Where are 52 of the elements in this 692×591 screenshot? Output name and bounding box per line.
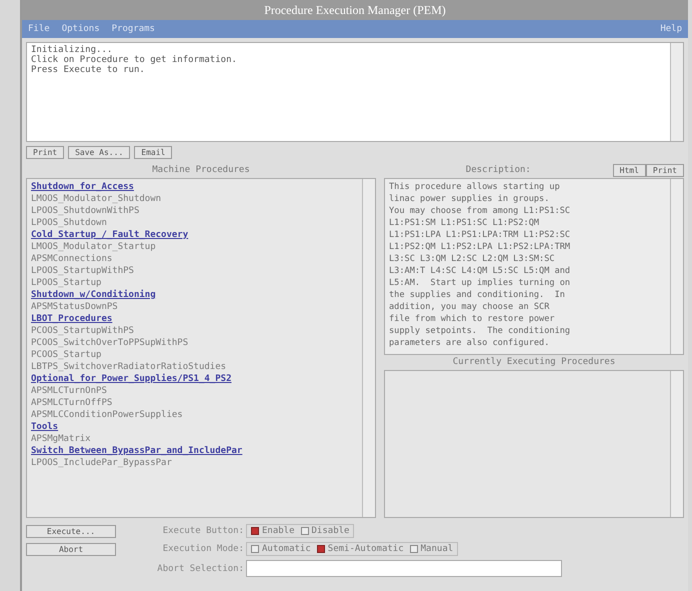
message-button[interactable]: Email (134, 146, 172, 159)
field-label: Abort Selection: (156, 564, 245, 574)
procedure-group[interactable]: Optional_for_Power_Supplies/PS1_4_PS2 (31, 373, 358, 385)
radio-option[interactable]: Disable (300, 526, 350, 536)
procedure-item[interactable]: LPOOS_ShutdownWithPS (31, 205, 358, 217)
description-button[interactable]: Html (612, 164, 646, 177)
procedure-group[interactable]: LBOT_Procedures (31, 313, 358, 325)
menu-item[interactable]: Options (62, 24, 100, 34)
procedure-item[interactable]: APSMConnections (31, 253, 358, 265)
radio-option[interactable]: Semi-Automatic (316, 544, 404, 554)
panel-title: Description: (464, 164, 532, 177)
message-button[interactable]: Print (26, 146, 64, 159)
procedure-group[interactable]: Shutdown_for_Access (31, 181, 358, 193)
procedure-group[interactable]: Cold_Startup_/_Fault_Recovery (31, 229, 358, 241)
procedure-item[interactable]: LMOOS_Modulator_Shutdown (31, 193, 358, 205)
help-menu[interactable]: Help (660, 24, 682, 34)
procedure-item[interactable]: APSMLCTurnOffPS (31, 397, 358, 409)
procedure-group[interactable]: Switch_Between_BypassPar_and_IncludePar (31, 445, 358, 457)
message-line: Click on Procedure to get information. (31, 55, 238, 65)
message-line: Press Execute to run. (31, 65, 146, 75)
menu-item[interactable]: File (28, 24, 50, 34)
field-label: Execute Button: (162, 526, 245, 536)
window-title: Procedure Execution Manager (PEM) (22, 0, 688, 20)
procedure-group[interactable]: Shutdown_w/Conditioning (31, 289, 358, 301)
radio-option[interactable]: Manual (410, 544, 454, 554)
procedure-item[interactable]: PCOOS_Startup (31, 349, 358, 361)
procedure-item[interactable]: APSMLCTurnOnPS (31, 385, 358, 397)
panel-title: Machine Procedures (151, 164, 251, 177)
abort-button[interactable]: Abort (26, 542, 116, 556)
procedure-item[interactable]: LPOOS_IncludePar_BypassPar (31, 457, 358, 469)
input-field[interactable] (246, 560, 562, 577)
description-text: This procedure allows starting up linac power supplies in groups. You may choose from among L1:PS1:SC L1:PS1:SM L1:PS1:SC L1:PS2:QM L1:PS1:LPA L1:PS1:LPA:TRM L1:PS2:SC L1:PS2:QM L1:PS2:LPA L1:PS2:LPA:TRM L3:SC L3:QM L2:SC L2:QM L3:SM:SC L3:AM:T L4:SC L4:QM L5:SC L5:QM and L5:AM. Start up implies turning on the supplies and conditioning. In addition, you may choose an SCR file from which to restore power supply setpoints. The conditioning parameters are also configured. (388, 181, 572, 350)
procedure-item[interactable]: PCOOS_StartupWithPS (31, 325, 358, 337)
menu-item[interactable]: Programs (112, 24, 155, 34)
procedure-item[interactable]: LPOOS_StartupWithPS (31, 265, 358, 277)
procedure-group[interactable]: Tools (31, 421, 358, 433)
field-label: Execution Mode: (162, 544, 245, 554)
description-button[interactable]: Print (646, 164, 684, 177)
procedure-item[interactable]: APSMgMatrix (31, 433, 358, 445)
procedure-item[interactable]: LPOOS_Startup (31, 277, 358, 289)
message-button[interactable]: Save As... (68, 146, 130, 159)
radio-option[interactable]: Automatic (251, 544, 311, 554)
message-line: Initializing... (31, 45, 114, 55)
panel-title: Currently Executing Procedures (452, 356, 616, 369)
procedure-item[interactable]: LPOOS_Shutdown (31, 217, 358, 229)
procedure-item[interactable]: LMOOS_Modulator_Startup (31, 241, 358, 253)
execute-button[interactable]: Execute... (26, 524, 116, 538)
procedure-item[interactable]: LBTPS_SwitchoverRadiatorRatioStudies (31, 361, 358, 373)
radio-option[interactable]: Enable (251, 526, 295, 536)
procedure-item[interactable]: PCOOS_SwitchOverToPPSupWithPS (31, 337, 358, 349)
procedure-item[interactable]: APSMStatusDownPS (31, 301, 358, 313)
procedure-item[interactable]: APSMLCConditionPowerSupplies (31, 409, 358, 421)
